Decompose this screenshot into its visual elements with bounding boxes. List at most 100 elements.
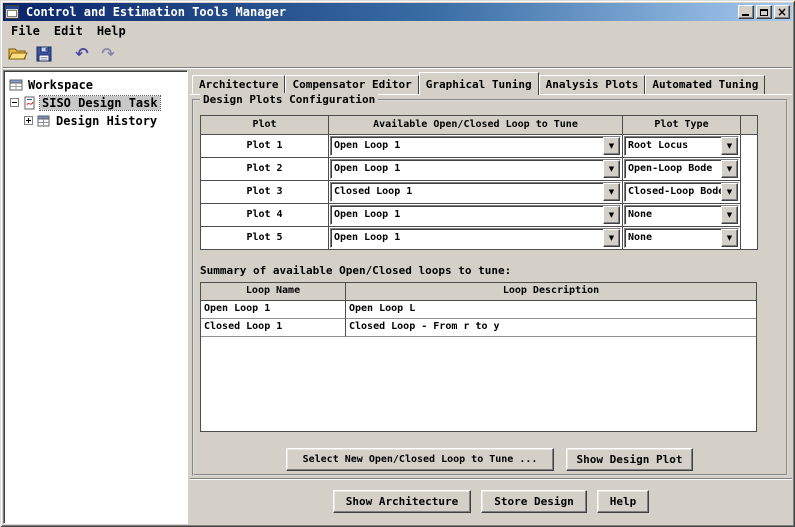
design-plots-groupbox: Design Plots Configuration Plot Availabl…: [192, 93, 788, 476]
chevron-down-icon: ▼: [726, 141, 733, 150]
app-icon: [5, 5, 19, 19]
select-new-loop-button[interactable]: Select New Open/Closed Loop to Tune ...: [286, 448, 554, 471]
summary-label: Summary of available Open/Closed loops t…: [200, 264, 512, 277]
chevron-down-icon: ▼: [608, 210, 615, 219]
tab-compensator-editor[interactable]: Compensator Editor: [285, 75, 419, 94]
save-button[interactable]: [33, 43, 55, 65]
menu-bar: File Edit Help: [3, 21, 792, 41]
plot4-loop-combobox[interactable]: Open Loop 1 ▼: [330, 205, 621, 225]
plot1-type-combobox[interactable]: Root Locus ▼: [624, 136, 739, 156]
plot5-type-combobox[interactable]: None ▼: [624, 228, 739, 248]
task-panel: Architecture Compensator Editor Graphica…: [190, 70, 792, 524]
chevron-down-icon: ▼: [608, 233, 615, 242]
tree-item-label: Workspace: [28, 78, 94, 92]
plot-row-label: Plot 2: [201, 158, 329, 181]
close-button[interactable]: ×: [774, 5, 790, 19]
window-title: Control and Estimation Tools Manager: [26, 5, 287, 19]
combobox-value: Closed-Loop Bode: [628, 186, 721, 197]
combobox-value: Root Locus: [628, 140, 689, 151]
plot2-loop-combobox[interactable]: Open Loop 1 ▼: [330, 159, 621, 179]
maximize-button[interactable]: [756, 5, 772, 19]
plot3-loop-combobox[interactable]: Closed Loop 1 ▼: [330, 182, 621, 202]
loop-name-cell[interactable]: Closed Loop 1: [201, 319, 346, 337]
tab-analysis-plots[interactable]: Analysis Plots: [538, 75, 646, 94]
loop-name-cell[interactable]: Open Loop 1: [201, 301, 346, 319]
graphical-tuning-pane: Design Plots Configuration Plot Availabl…: [190, 93, 792, 478]
undo-button[interactable]: ↶: [71, 43, 93, 65]
loops-summary-table: Loop Name Loop Description Open Loop 1 O…: [200, 282, 757, 432]
plot3-type-combobox[interactable]: Closed-Loop Bode ▼: [624, 182, 739, 202]
dropdown-button[interactable]: ▼: [603, 229, 620, 247]
plot-type-column-header: Plot Type: [623, 116, 741, 135]
dropdown-button[interactable]: ▼: [603, 183, 620, 201]
tree-item-design-history[interactable]: Design History: [4, 112, 187, 130]
titlebar[interactable]: Control and Estimation Tools Manager ×: [3, 3, 792, 21]
table-cell: Closed-Loop Bode ▼: [623, 181, 741, 204]
show-architecture-button[interactable]: Show Architecture: [332, 489, 472, 513]
tab-bar: Architecture Compensator Editor Graphica…: [192, 71, 792, 95]
minimize-button[interactable]: [738, 5, 754, 19]
open-folder-icon: [8, 48, 28, 60]
table-cell: Open Loop 1 ▼: [329, 204, 623, 227]
dropdown-button[interactable]: ▼: [721, 160, 738, 178]
tree-item-workspace[interactable]: Workspace: [4, 76, 187, 94]
redo-button[interactable]: ↷: [97, 43, 119, 65]
combobox-value: None: [628, 232, 653, 243]
undo-icon: ↶: [75, 44, 89, 63]
plot-row-label: Plot 3: [201, 181, 329, 204]
table-cell: None ▼: [623, 227, 741, 250]
loop-column-header: Available Open/Closed Loop to Tune: [329, 116, 623, 135]
help-button[interactable]: Help: [596, 489, 650, 513]
plot1-loop-combobox[interactable]: Open Loop 1 ▼: [330, 136, 621, 156]
table-cell: Open Loop 1 ▼: [329, 227, 623, 250]
plot5-loop-combobox[interactable]: Open Loop 1 ▼: [330, 228, 621, 248]
dropdown-button[interactable]: ▼: [721, 183, 738, 201]
tab-graphical-tuning[interactable]: Graphical Tuning: [418, 72, 539, 95]
plot-row-label: Plot 5: [201, 227, 329, 250]
plot4-type-combobox[interactable]: None ▼: [624, 205, 739, 225]
table-cell: Closed Loop 1 ▼: [329, 181, 623, 204]
menu-file[interactable]: File: [4, 22, 47, 40]
dropdown-button[interactable]: ▼: [603, 206, 620, 224]
groupbox-title: Design Plots Configuration: [200, 93, 379, 106]
open-button[interactable]: [7, 43, 29, 65]
siso-task-icon: [23, 96, 37, 110]
loop-description-cell[interactable]: Open Loop L: [346, 301, 756, 319]
loop-description-header: Loop Description: [346, 283, 756, 301]
combobox-value: Open Loop 1: [334, 140, 401, 151]
spacer-column: [741, 135, 758, 250]
dropdown-button[interactable]: ▼: [721, 137, 738, 155]
combobox-value: Closed Loop 1: [334, 186, 413, 197]
chevron-down-icon: ▼: [608, 141, 615, 150]
menu-help[interactable]: Help: [90, 22, 133, 40]
plot-row-label: Plot 1: [201, 135, 329, 158]
save-floppy-icon: [36, 46, 52, 62]
chevron-down-icon: ▼: [608, 164, 615, 173]
table-cell: None ▼: [623, 204, 741, 227]
tab-automated-tuning[interactable]: Automated Tuning: [645, 75, 766, 94]
menu-edit[interactable]: Edit: [47, 22, 90, 40]
dropdown-button[interactable]: ▼: [603, 137, 620, 155]
collapse-expander-icon[interactable]: [10, 96, 19, 110]
spacer-column-header: [741, 116, 758, 135]
dropdown-button[interactable]: ▼: [721, 229, 738, 247]
show-design-plot-button[interactable]: Show Design Plot: [566, 448, 693, 471]
minimize-icon: [742, 14, 749, 16]
footer-button-bar: Show Architecture Store Design Help: [190, 478, 792, 524]
tree-item-label: SISO Design Task: [39, 95, 161, 111]
expand-expander-icon[interactable]: [24, 114, 33, 128]
loop-description-cell[interactable]: Closed Loop - From r to y: [346, 319, 756, 337]
store-design-button[interactable]: Store Design: [481, 489, 587, 513]
dropdown-button[interactable]: ▼: [721, 206, 738, 224]
table-cell: Root Locus ▼: [623, 135, 741, 158]
workspace-tree: Workspace SISO Design Task Design Histor…: [3, 70, 188, 524]
close-icon: ×: [776, 4, 788, 19]
tree-item-siso-design-task[interactable]: SISO Design Task: [4, 94, 187, 112]
loop-name-header: Loop Name: [201, 283, 346, 301]
combobox-value: Open-Loop Bode: [628, 163, 713, 174]
plot2-type-combobox[interactable]: Open-Loop Bode ▼: [624, 159, 739, 179]
tab-architecture[interactable]: Architecture: [192, 75, 286, 94]
design-history-icon: [37, 114, 51, 128]
dropdown-button[interactable]: ▼: [603, 160, 620, 178]
plot-row-label: Plot 4: [201, 204, 329, 227]
